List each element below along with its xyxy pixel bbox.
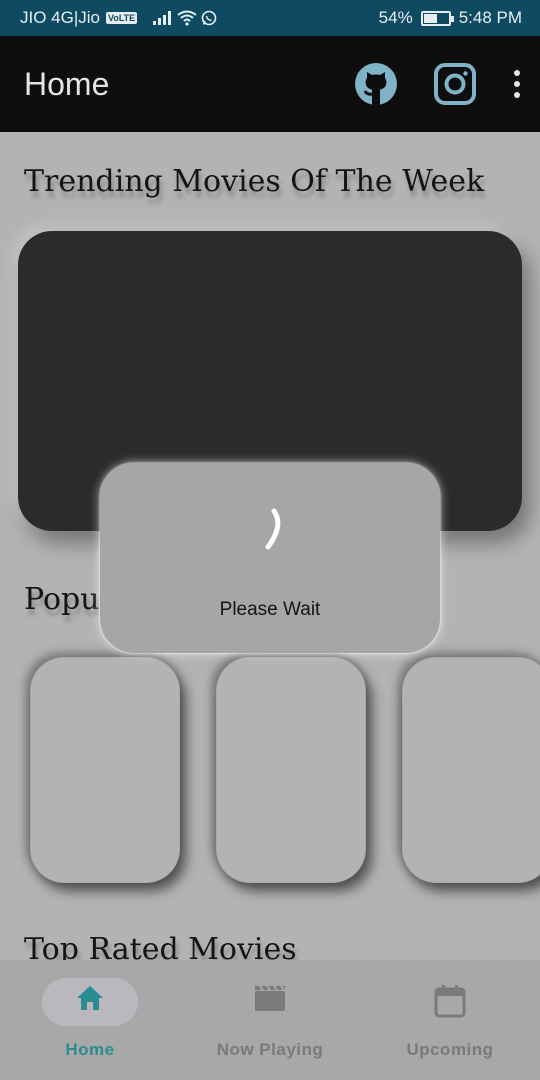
nav-item-now-playing[interactable]: Now Playing	[180, 960, 360, 1080]
signal-icon	[153, 11, 172, 25]
loading-message: Please Wait	[219, 599, 321, 620]
battery-icon	[420, 10, 454, 26]
carrier-text: JIO 4G|Jio	[20, 8, 100, 27]
whatsapp-icon	[201, 10, 217, 26]
bottom-navigation: Home Now Playing Upcoming	[0, 960, 540, 1080]
wifi-icon	[177, 10, 197, 26]
clock-text: 5:48 PM	[458, 8, 522, 27]
battery-fill	[423, 13, 437, 23]
volte-badge: VoLTE	[106, 12, 138, 24]
loading-dialog: Please Wait	[100, 463, 440, 653]
more-vert-icon[interactable]	[512, 69, 522, 99]
instagram-icon[interactable]	[434, 63, 476, 105]
calendar-icon	[434, 985, 466, 1018]
app-bar: Home	[0, 36, 540, 132]
status-right: 54% 5:48 PM	[379, 8, 522, 28]
popular-section-title: Popu	[24, 582, 100, 617]
nav-label-now-playing: Now Playing	[216, 1040, 324, 1059]
loading-spinner-icon	[265, 508, 281, 550]
nav-item-home[interactable]: Home	[0, 960, 180, 1080]
popular-poster-card[interactable]	[30, 657, 180, 883]
status-left: JIO 4G|Jio VoLTE	[20, 8, 217, 28]
home-icon	[77, 986, 103, 1010]
battery-percent: 54%	[378, 8, 413, 27]
page-title: Home	[24, 65, 110, 102]
nav-label-upcoming: Upcoming	[406, 1040, 494, 1059]
nav-item-upcoming[interactable]: Upcoming	[360, 960, 540, 1080]
movie-clapper-icon	[255, 985, 285, 1011]
popular-poster-card[interactable]	[402, 657, 540, 883]
trending-section-title: Trending Movies Of The Week	[24, 164, 485, 199]
status-icons	[153, 10, 217, 26]
github-icon[interactable]	[354, 62, 398, 106]
popular-poster-card[interactable]	[216, 657, 366, 883]
nav-label-home: Home	[65, 1040, 115, 1059]
app-actions	[354, 36, 522, 132]
status-bar: JIO 4G|Jio VoLTE 54% 5:48 PM	[0, 0, 540, 36]
